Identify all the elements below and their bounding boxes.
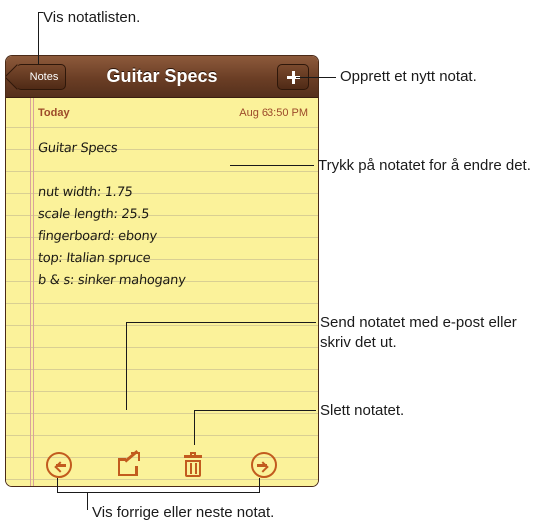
callout-leader [38,12,43,13]
callout-tap-edit: Trykk på notatet for å endre det. [318,157,531,174]
callout-leader [259,478,260,492]
note-title: Guitar Specs [106,66,218,86]
note-paper[interactable]: Today Aug 6 3:50 PM Guitar Specs nut wid… [6,98,318,486]
note-text-line[interactable]: b & s: sinker mahogany [37,273,186,288]
trash-icon[interactable] [181,452,207,478]
paper-margin-line [30,98,31,486]
callout-leader [230,165,314,166]
note-time: 3:50 PM [267,107,308,119]
callout-leader [194,410,195,445]
callout-leader [296,77,336,78]
note-text-line[interactable]: nut width: 1.75 [37,185,133,200]
callout-leader [126,322,316,323]
callout-email-print: Send notatet med e-post eller skriv det … [320,314,517,351]
callout-show-list: Vis notatlisten. [43,9,141,26]
share-icon[interactable] [116,450,142,478]
note-text-line[interactable]: scale length: 25.5 [37,207,150,222]
note-text-line[interactable]: fingerboard: ebony [37,229,157,244]
note-day-label: Today [38,107,70,119]
callout-prev-next: Vis forrige eller neste notat. [92,504,275,521]
callout-leader [87,492,88,510]
previous-arrow-icon[interactable] [46,452,72,478]
next-arrow-icon[interactable] [251,452,277,478]
callout-leader [126,322,127,410]
callout-delete: Slett notatet. [320,402,405,419]
callout-leader [57,478,58,492]
callout-new-note: Opprett et nytt notat. [340,68,477,85]
paper-margin-line [33,98,34,486]
callout-leader [194,410,316,411]
note-date: Aug 6 [239,107,268,119]
note-text-line[interactable]: top: Italian spruce [37,251,151,266]
callout-leader [38,12,39,64]
navigation-bar: Notes Guitar Specs [6,56,318,98]
note-text-line[interactable]: Guitar Specs [37,141,118,156]
notes-app-screen: Notes Guitar Specs Today Aug 6 3:50 PM G… [6,56,318,486]
